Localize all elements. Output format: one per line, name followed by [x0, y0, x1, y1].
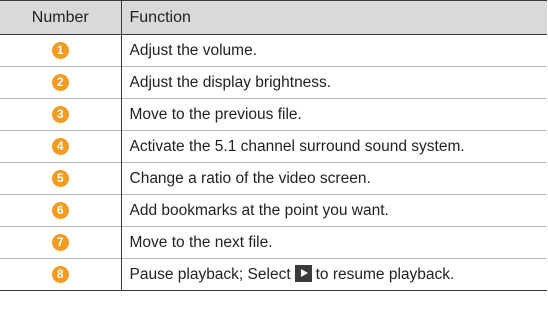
function-cell: Adjust the display brightness. [121, 66, 547, 99]
column-header-number: Number [0, 0, 122, 35]
number-cell: 6 [0, 194, 122, 227]
table-row: 1 Adjust the volume. [0, 34, 547, 67]
number-cell: 1 [0, 34, 122, 67]
table-row: 2 Adjust the display brightness. [0, 66, 547, 99]
number-cell: 7 [0, 226, 122, 259]
number-badge: 4 [51, 137, 69, 155]
number-cell: 5 [0, 162, 122, 195]
table-row: 7 Move to the next file. [0, 226, 547, 259]
number-cell: 3 [0, 98, 122, 131]
table-row: 4 Activate the 5.1 channel surround soun… [0, 130, 547, 163]
function-text-before-icon: Pause playback; Select [129, 266, 291, 283]
function-cell: Pause playback; Select to resume playback… [121, 258, 547, 291]
number-badge: 5 [51, 169, 69, 187]
function-text-after-icon: to resume playback. [315, 266, 455, 283]
table-row: 3 Move to the previous file. [0, 98, 547, 131]
function-cell: Change a ratio of the video screen. [121, 162, 547, 195]
table-row: 6 Add bookmarks at the point you want. [0, 194, 547, 227]
number-badge: 7 [51, 233, 69, 251]
function-table: Number Function 1 Adjust the volume. 2 A… [0, 0, 547, 291]
number-badge: 2 [51, 73, 69, 91]
number-cell: 4 [0, 130, 122, 163]
column-header-function: Function [121, 0, 547, 35]
function-cell: Move to the previous file. [121, 98, 547, 131]
number-badge: 3 [51, 105, 69, 123]
number-badge: 6 [51, 201, 69, 219]
table-header-row: Number Function [0, 0, 547, 35]
function-cell: Move to the next file. [121, 226, 547, 259]
number-cell: 2 [0, 66, 122, 99]
number-cell: 8 [0, 258, 122, 291]
function-cell: Activate the 5.1 channel surround sound … [121, 130, 547, 163]
function-cell: Adjust the volume. [121, 34, 547, 67]
number-badge: 8 [51, 265, 69, 283]
number-badge: 1 [51, 41, 69, 59]
table-row: 8 Pause playback; Select to resume playba… [0, 258, 547, 291]
table-row: 5 Change a ratio of the video screen. [0, 162, 547, 195]
play-icon [294, 265, 312, 282]
function-cell: Add bookmarks at the point you want. [121, 194, 547, 227]
